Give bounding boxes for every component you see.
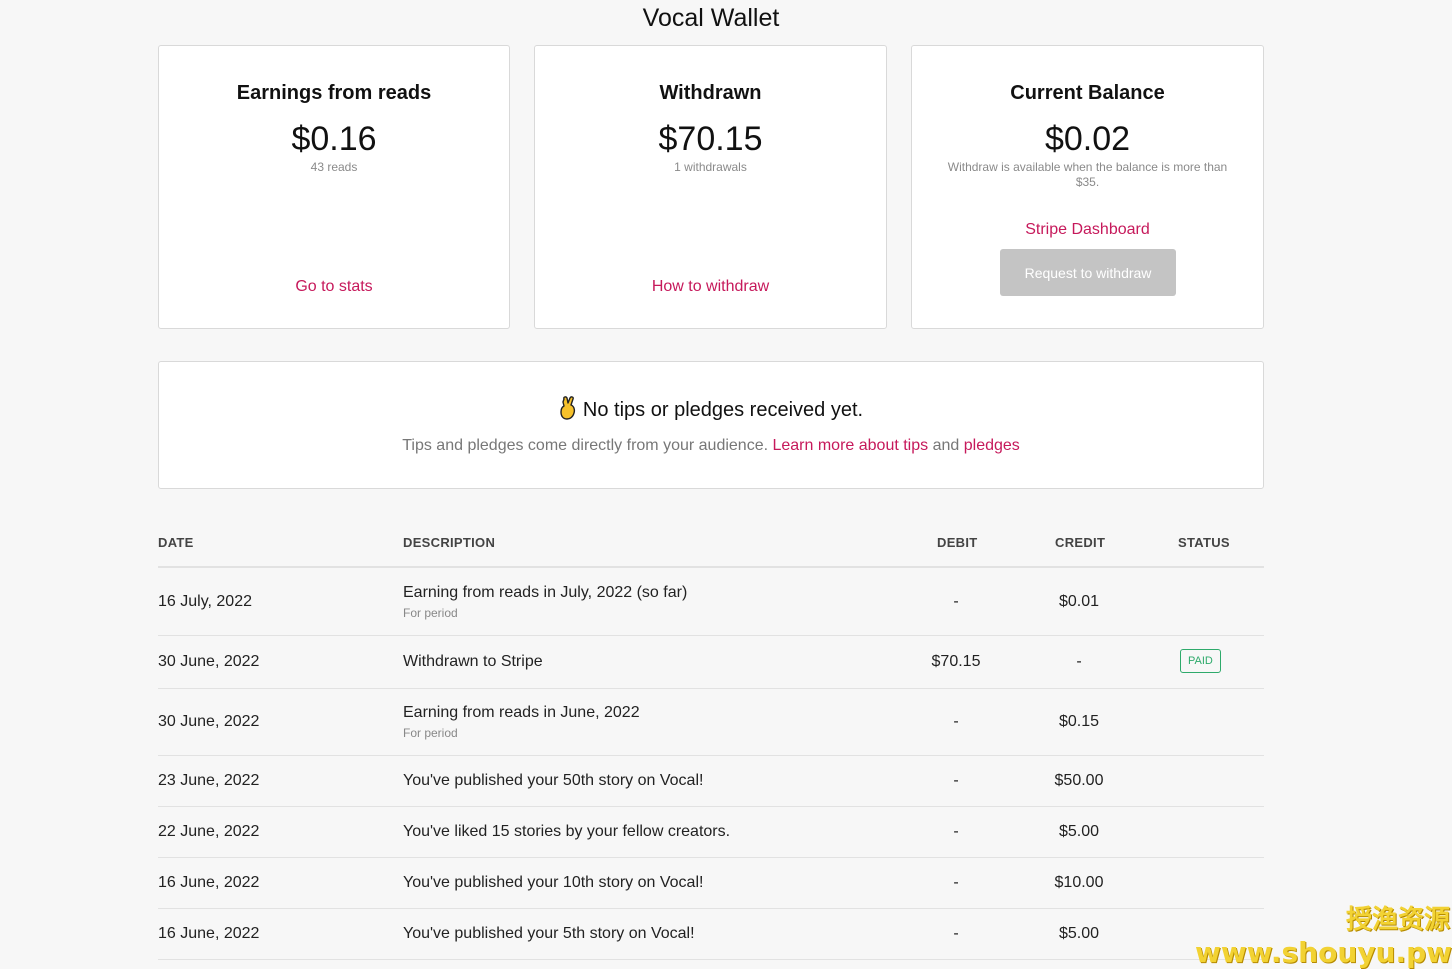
tips-and-text: and (928, 437, 964, 454)
watermark-line-2: www.shouyu.pw (1195, 936, 1452, 969)
row-credit: $0.15 (1058, 713, 1100, 730)
row-description-text: Earning from reads in June, 2022 (403, 704, 640, 721)
go-to-stats-link[interactable]: Go to stats (159, 278, 509, 296)
earnings-card: Earnings from reads $0.16 43 reads Go to… (158, 45, 510, 329)
row-description: You've published your 50th story on Voca… (403, 772, 704, 789)
row-credit: $50.00 (1054, 772, 1104, 789)
column-debit: DEBIT (937, 535, 978, 550)
table-row: 23 June, 2022 You've published your 50th… (158, 756, 1264, 807)
row-debit: - (953, 772, 959, 789)
column-status: STATUS (1178, 535, 1230, 550)
table-row: 16 June, 2022 You've published your 5th … (158, 909, 1264, 960)
row-debit: - (953, 874, 959, 891)
withdrawn-title: Withdrawn (659, 82, 762, 104)
row-description: You've published your 10th story on Voca… (403, 874, 704, 891)
row-debit: - (953, 593, 959, 610)
withdraw-availability-note: Withdraw is available when the balance i… (947, 160, 1228, 189)
row-description: Earning from reads in July, 2022 (so far… (403, 584, 687, 620)
row-debit: - (953, 925, 959, 942)
table-header: DATE DESCRIPTION DEBIT CREDIT STATUS (158, 526, 1264, 568)
table-row: 16 July, 2022 Earning from reads in July… (158, 568, 1264, 636)
row-credit: $5.00 (1058, 823, 1100, 840)
row-description-sub: For period (403, 606, 458, 620)
row-description-text: Earning from reads in July, 2022 (so far… (403, 584, 688, 601)
balance-amount: $0.02 (1044, 120, 1131, 158)
row-date: 30 June, 2022 (158, 713, 260, 730)
table-row: 30 June, 2022 Earning from reads in June… (158, 689, 1264, 756)
transactions-table: DATE DESCRIPTION DEBIT CREDIT STATUS 16 … (158, 526, 1264, 960)
crossed-fingers-icon (559, 396, 583, 421)
earnings-amount: $0.16 (291, 120, 377, 158)
row-debit: - (953, 713, 959, 730)
row-date: 22 June, 2022 (158, 823, 260, 840)
row-credit: $0.01 (1058, 593, 1100, 610)
row-credit: $5.00 (1058, 925, 1100, 942)
row-date: 16 June, 2022 (158, 874, 260, 891)
row-credit: $10.00 (1054, 874, 1104, 891)
earnings-reads-count: 43 reads (310, 160, 358, 174)
stripe-dashboard-link[interactable]: Stripe Dashboard (912, 221, 1263, 239)
row-date: 23 June, 2022 (158, 772, 260, 789)
withdrawn-amount: $70.15 (658, 120, 763, 158)
table-row: 16 June, 2022 You've published your 10th… (158, 858, 1264, 909)
row-date: 30 June, 2022 (158, 653, 260, 670)
row-date: 16 June, 2022 (158, 925, 260, 942)
row-date: 16 July, 2022 (158, 593, 252, 610)
tips-heading-text: No tips or pledges received yet. (582, 399, 864, 421)
row-description: Earning from reads in June, 2022 For per… (403, 704, 640, 740)
tips-panel: No tips or pledges received yet. Tips an… (158, 361, 1264, 489)
page-title: Vocal Wallet (642, 4, 780, 32)
withdrawn-card: Withdrawn $70.15 1 withdrawals How to wi… (534, 45, 887, 329)
row-credit: - (1076, 653, 1082, 670)
learn-more-tips-link[interactable]: Learn more about tips (772, 437, 928, 454)
watermark-line-1: 授渔资源 (1345, 905, 1450, 935)
balance-card: Current Balance $0.02 Withdraw is availa… (911, 45, 1264, 329)
table-row: 30 June, 2022 Withdrawn to Stripe $70.15… (158, 636, 1264, 689)
how-to-withdraw-link[interactable]: How to withdraw (535, 278, 886, 296)
tips-description-text: Tips and pledges come directly from your… (402, 437, 773, 454)
row-description-sub: For period (403, 726, 458, 740)
watermark: 授渔资源 www.shouyu.pw (1195, 899, 1452, 969)
balance-title: Current Balance (1010, 82, 1165, 104)
status-badge: PAID (1180, 649, 1221, 673)
row-description: Withdrawn to Stripe (403, 653, 543, 670)
row-debit: $70.15 (931, 653, 981, 670)
column-date: DATE (158, 535, 194, 550)
row-description: You've liked 15 stories by your fellow c… (403, 823, 731, 840)
row-debit: - (953, 823, 959, 840)
earnings-title: Earnings from reads (236, 82, 432, 104)
tips-description: Tips and pledges come directly from your… (159, 437, 1263, 455)
column-description: DESCRIPTION (403, 535, 496, 550)
withdrawals-count: 1 withdrawals (674, 160, 747, 174)
request-withdraw-button[interactable]: Request to withdraw (1000, 249, 1176, 296)
table-row: 22 June, 2022 You've liked 15 stories by… (158, 807, 1264, 858)
pledges-link[interactable]: pledges (964, 437, 1020, 454)
row-description: You've published your 5th story on Vocal… (403, 925, 695, 942)
column-credit: CREDIT (1055, 535, 1106, 550)
tips-heading: No tips or pledges received yet. (159, 396, 1263, 422)
